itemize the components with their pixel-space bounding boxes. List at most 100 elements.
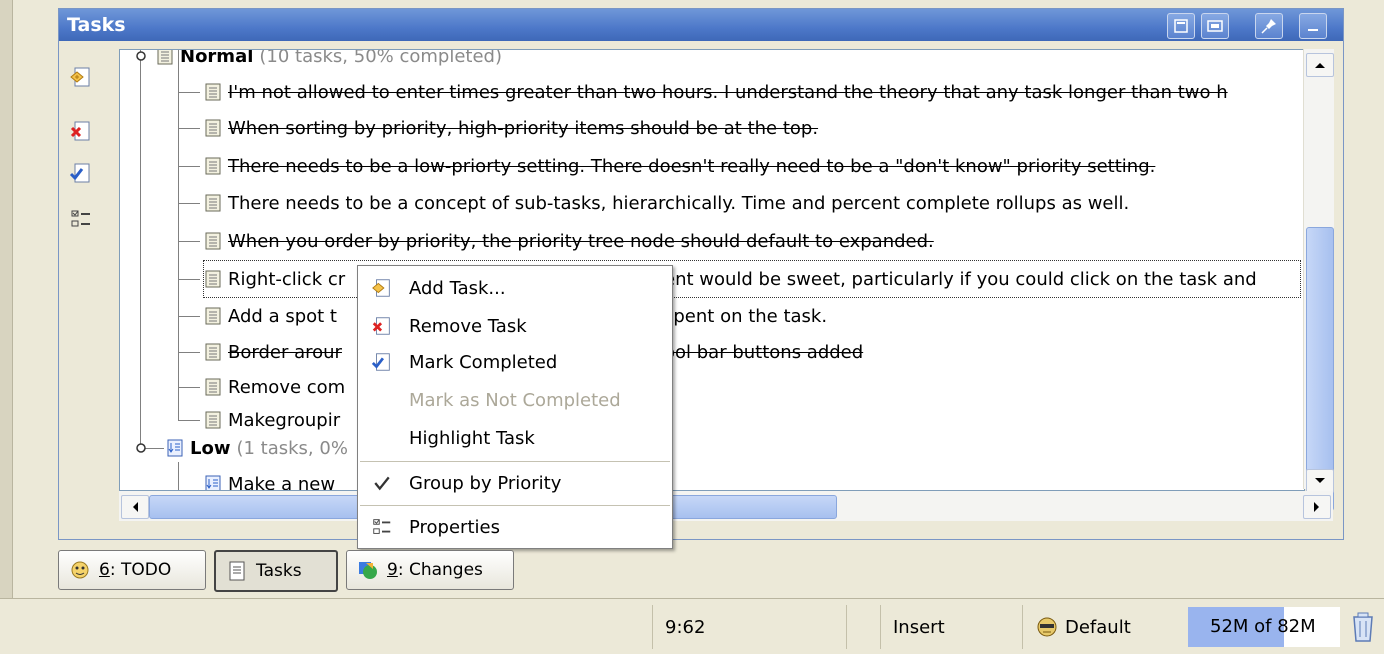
- task-icon: [205, 157, 221, 175]
- task-row[interactable]: There needs to be a low-priorty setting.…: [204, 148, 1155, 184]
- tab-tasks[interactable]: Tasks: [214, 550, 338, 592]
- tab-label: Tasks: [256, 561, 302, 581]
- caret-position[interactable]: 9:62: [652, 605, 845, 649]
- tree-line: [140, 50, 141, 448]
- task-text: Remove com: [228, 376, 346, 398]
- task-text: There needs to be a concept of sub-tasks…: [228, 192, 1130, 214]
- task-text: When sorting by priority, high-priority …: [228, 117, 819, 139]
- tab-mnemonic: 9: [387, 560, 398, 580]
- float-mode-button[interactable]: [1167, 13, 1195, 39]
- add-task-toolbar-button[interactable]: [69, 65, 93, 89]
- tree-branch: [178, 166, 200, 167]
- scroll-right-button[interactable]: [1303, 495, 1331, 519]
- task-text-continued: ent would be sweet, particularly if you …: [664, 268, 1257, 290]
- task-text: Makegroupir: [228, 409, 341, 431]
- add-task-icon: [372, 279, 390, 297]
- scroll-left-button[interactable]: [121, 495, 149, 519]
- task-icon: [205, 194, 221, 212]
- menu-item-add-task[interactable]: Add Task...: [358, 270, 672, 306]
- insert-mode[interactable]: Insert: [880, 605, 1023, 649]
- task-text: I'm not allowed to enter times greater t…: [228, 81, 1228, 103]
- group-name: Low: [190, 437, 231, 459]
- task-row[interactable]: When you order by priority, the priority…: [204, 223, 934, 259]
- tab-changes[interactable]: 9: Changes: [346, 550, 514, 590]
- task-text: There needs to be a low-priorty setting.…: [228, 155, 1156, 177]
- horizontal-scrollbar[interactable]: [119, 491, 1333, 521]
- menu-item-label: Mark as Not Completed: [409, 389, 621, 411]
- menu-item-remove-task[interactable]: Remove Task: [358, 308, 672, 344]
- task-icon: [205, 270, 221, 288]
- panel-title: Tasks: [67, 14, 126, 36]
- menu-item-label: Add Task...: [409, 277, 506, 299]
- remove-task-icon: [372, 317, 390, 335]
- menu-item-group-by-priority[interactable]: Group by Priority: [358, 465, 672, 501]
- menu-item-label: Group by Priority: [409, 472, 562, 494]
- menu-separator: [360, 505, 670, 506]
- color-scheme[interactable]: Default: [1022, 605, 1175, 649]
- menu-item-highlight-task[interactable]: Highlight Task: [358, 420, 672, 456]
- task-row[interactable]: There needs to be a concept of sub-tasks…: [204, 185, 1129, 221]
- remove-task-toolbar-button[interactable]: [69, 119, 93, 143]
- group-row-low[interactable]: Low (1 tasks, 0%: [134, 430, 348, 466]
- task-text: Make a new: [228, 473, 336, 491]
- low-priority-icon: [167, 439, 183, 457]
- minimize-button[interactable]: [1299, 13, 1327, 39]
- status-bar: 9:62 Insert Default 52M of 82M: [0, 598, 1384, 654]
- task-icon: [205, 307, 221, 325]
- tab-label: : TODO: [109, 560, 172, 580]
- arrow-up-icon: [1315, 63, 1325, 68]
- task-text: Border arour: [228, 341, 342, 363]
- task-icon: [205, 378, 221, 396]
- task-row[interactable]: Add a spot t spent on the task.: [204, 298, 827, 334]
- tree-branch: [178, 241, 200, 242]
- properties-icon: [373, 519, 391, 534]
- pin-button[interactable]: [1255, 13, 1283, 39]
- task-row[interactable]: Remove com: [204, 369, 345, 405]
- memory-indicator[interactable]: 52M of 82M: [1188, 607, 1340, 647]
- task-tree[interactable]: Normal (10 tasks, 50% completed) I'm not…: [119, 49, 1305, 491]
- menu-item-mark-not-completed[interactable]: Mark as Not Completed: [358, 382, 672, 418]
- tree-branch: [178, 92, 200, 93]
- panel-title-bar: Tasks: [59, 9, 1343, 41]
- tree-branch: [178, 352, 200, 353]
- group-summary: (1 tasks, 0%: [236, 437, 348, 459]
- task-text: Right-click cr: [228, 268, 346, 290]
- dock-icon: [1207, 20, 1223, 32]
- left-strip: [0, 0, 13, 653]
- scroll-up-button[interactable]: [1306, 53, 1334, 77]
- tab-todo[interactable]: 6: TODO: [58, 550, 206, 590]
- properties-icon: [71, 210, 90, 227]
- group-row-normal[interactable]: Normal (10 tasks, 50% completed): [134, 50, 502, 74]
- menu-item-mark-completed[interactable]: Mark Completed: [358, 344, 672, 380]
- task-text: When you order by priority, the priority…: [228, 230, 934, 252]
- tree-branch: [178, 387, 200, 388]
- remove-task-icon: [70, 121, 90, 141]
- vertical-scrollbar[interactable]: [1303, 49, 1334, 511]
- menu-item-label: Mark Completed: [409, 351, 558, 373]
- menu-item-properties[interactable]: Properties: [358, 509, 672, 545]
- mark-completed-toolbar-button[interactable]: [69, 161, 93, 185]
- properties-toolbar-button[interactable]: [69, 207, 93, 231]
- tab-mnemonic: 6: [99, 560, 110, 580]
- color-scheme-text: Default: [1065, 616, 1131, 638]
- insert-mode-text: Insert: [893, 616, 945, 638]
- low-priority-icon: [205, 475, 221, 490]
- memory-text: 52M of 82M: [1210, 616, 1316, 637]
- menu-separator: [360, 461, 670, 462]
- task-text-continued: spent on the task.: [664, 305, 828, 327]
- menu-item-label: Properties: [409, 516, 500, 538]
- scroll-down-button[interactable]: [1306, 469, 1334, 493]
- tree-branch: [178, 203, 200, 204]
- dock-mode-button[interactable]: [1201, 13, 1229, 39]
- task-row[interactable]: When sorting by priority, high-priority …: [204, 110, 818, 146]
- task-row[interactable]: Border arour ool bar buttons added: [204, 334, 863, 370]
- menu-item-label: Highlight Task: [409, 427, 535, 449]
- task-icon: [205, 119, 221, 137]
- tree-line: [178, 462, 179, 490]
- task-icon: [205, 343, 221, 361]
- task-row[interactable]: I'm not allowed to enter times greater t…: [204, 74, 1228, 110]
- minimize-icon: [1308, 29, 1318, 31]
- garbage-collect-icon[interactable]: [1350, 611, 1376, 643]
- task-row[interactable]: Make a new: [204, 466, 336, 491]
- todo-icon: [71, 561, 89, 579]
